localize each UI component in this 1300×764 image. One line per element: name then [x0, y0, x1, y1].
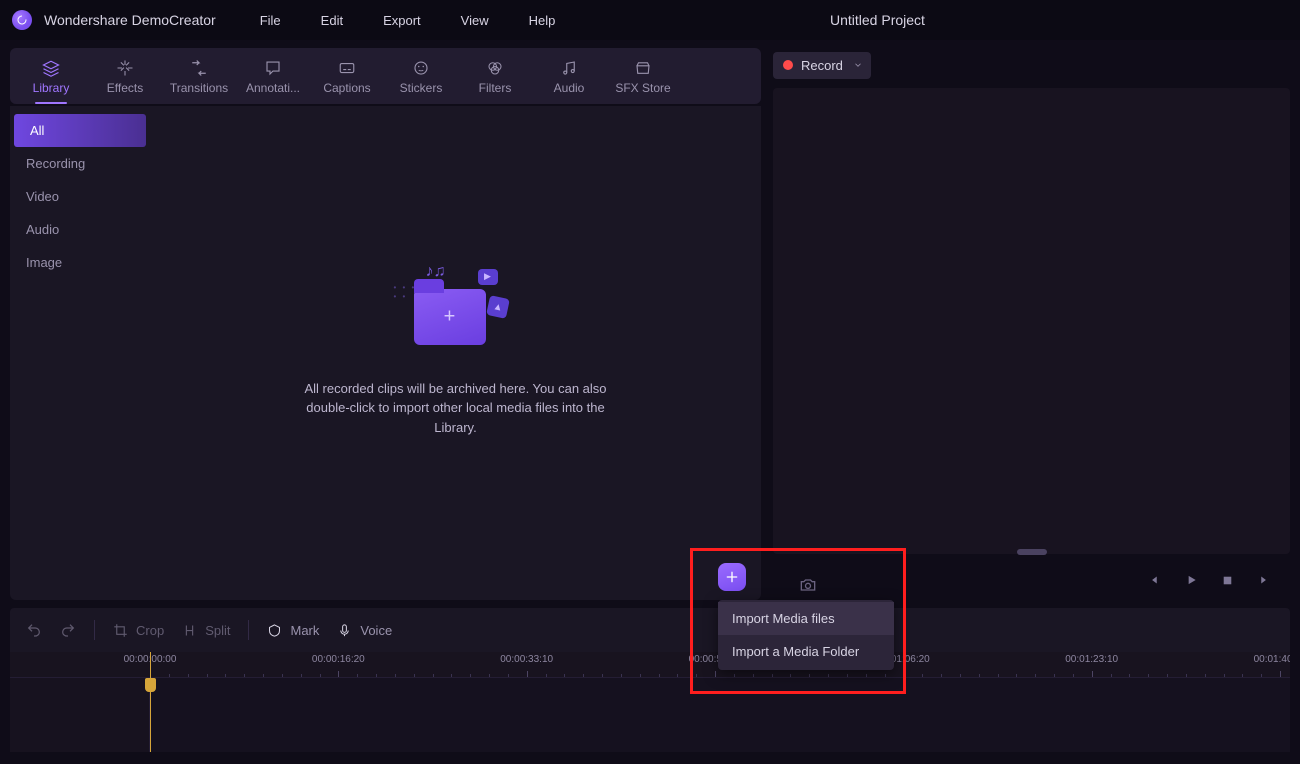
tab-label: Captions — [323, 81, 370, 95]
menubar: Wondershare DemoCreator File Edit Export… — [0, 0, 1300, 40]
record-dot-icon — [783, 60, 793, 70]
tab-label: Audio — [554, 81, 585, 95]
annotation-icon — [264, 59, 282, 77]
tab-label: Library — [33, 81, 70, 95]
redo-button[interactable] — [60, 622, 76, 638]
timeline-ruler[interactable]: 00:00:00:0000:00:16:2000:00:33:1000:00:5… — [10, 652, 1290, 678]
tab-stickers[interactable]: Stickers — [384, 56, 458, 104]
add-media-button[interactable] — [718, 563, 746, 591]
tool-tabs: Library Effects Transitions Annotati... … — [10, 48, 761, 104]
app-title: Wondershare DemoCreator — [44, 12, 216, 28]
sticker-icon — [412, 59, 430, 77]
record-label: Record — [801, 58, 843, 73]
transition-icon — [190, 59, 208, 77]
menu-view[interactable]: View — [445, 7, 505, 34]
category-image[interactable]: Image — [10, 246, 150, 279]
next-frame-button[interactable] — [1254, 571, 1272, 589]
category-all[interactable]: All — [14, 114, 146, 147]
ruler-label: 00:01:23:10 — [1065, 654, 1118, 665]
menu-help[interactable]: Help — [513, 7, 572, 34]
split-label: Split — [205, 623, 230, 638]
preview-viewport — [773, 88, 1290, 554]
tab-label: Transitions — [170, 81, 228, 95]
undo-button[interactable] — [26, 622, 42, 638]
image-badge-icon: ▲ — [486, 295, 510, 319]
ruler-label: 00:01:40:00 — [1254, 654, 1290, 665]
timeline[interactable]: 00:00:00:0000:00:16:2000:00:33:1000:00:5… — [10, 652, 1290, 752]
tab-library[interactable]: Library — [14, 56, 88, 104]
play-button[interactable] — [1182, 571, 1200, 589]
sparkle-icon — [116, 59, 134, 77]
library-empty-text: All recorded clips will be archived here… — [296, 379, 616, 438]
stop-button[interactable] — [1218, 571, 1236, 589]
ruler-label: 00:00:33:10 — [500, 654, 553, 665]
tab-annotations[interactable]: Annotati... — [236, 56, 310, 104]
tab-effects[interactable]: Effects — [88, 56, 162, 104]
video-badge-icon: ▶ — [478, 269, 498, 285]
preview-resize-handle[interactable] — [1017, 549, 1047, 555]
timeline-toolbar: Crop Split Mark Voice — [10, 608, 1290, 652]
menu-import-media-folder[interactable]: Import a Media Folder — [718, 635, 894, 668]
category-recording[interactable]: Recording — [10, 147, 150, 180]
mark-button[interactable]: Mark — [267, 623, 319, 638]
ruler-label: 00:00:16:20 — [312, 654, 365, 665]
library-empty-state[interactable]: • • •• • ♪♫ ▶ ▲ + All recorded clips wil… — [150, 106, 761, 600]
library-categories: All Recording Video Audio Image — [10, 106, 150, 600]
split-button[interactable]: Split — [182, 623, 230, 638]
add-media-menu: Import Media files Import a Media Folder — [718, 600, 894, 670]
voice-button[interactable]: Voice — [337, 623, 392, 638]
layers-icon — [42, 59, 60, 77]
store-icon — [634, 59, 652, 77]
preview-controls — [773, 560, 1290, 600]
empty-folder-illustration: • • •• • ♪♫ ▶ ▲ + — [396, 269, 516, 359]
tab-audio[interactable]: Audio — [532, 56, 606, 104]
tab-transitions[interactable]: Transitions — [162, 56, 236, 104]
snapshot-icon[interactable] — [798, 575, 818, 595]
crop-button[interactable]: Crop — [113, 623, 164, 638]
audio-icon — [560, 59, 578, 77]
chevron-down-icon — [853, 60, 863, 70]
folder-icon: + — [414, 289, 486, 345]
menu-import-media-files[interactable]: Import Media files — [718, 602, 894, 635]
app-logo — [12, 10, 32, 30]
mark-label: Mark — [290, 623, 319, 638]
tab-label: SFX Store — [615, 81, 670, 95]
menu-export[interactable]: Export — [367, 7, 437, 34]
library-panel: All Recording Video Audio Image • • •• •… — [10, 106, 761, 600]
caption-icon — [338, 59, 356, 77]
tab-sfx-store[interactable]: SFX Store — [606, 56, 680, 104]
filters-icon — [486, 59, 504, 77]
tab-label: Filters — [479, 81, 512, 95]
menu-edit[interactable]: Edit — [305, 7, 359, 34]
project-title: Untitled Project — [830, 12, 925, 28]
menu-file[interactable]: File — [244, 7, 297, 34]
tab-label: Stickers — [400, 81, 443, 95]
category-audio[interactable]: Audio — [10, 213, 150, 246]
tab-label: Annotati... — [246, 81, 300, 95]
crop-label: Crop — [136, 623, 164, 638]
track-header-area — [10, 678, 150, 752]
tab-label: Effects — [107, 81, 143, 95]
tab-captions[interactable]: Captions — [310, 56, 384, 104]
record-button[interactable]: Record — [773, 52, 871, 79]
tab-filters[interactable]: Filters — [458, 56, 532, 104]
prev-frame-button[interactable] — [1146, 571, 1164, 589]
playhead[interactable] — [150, 652, 151, 752]
category-video[interactable]: Video — [10, 180, 150, 213]
voice-label: Voice — [360, 623, 392, 638]
